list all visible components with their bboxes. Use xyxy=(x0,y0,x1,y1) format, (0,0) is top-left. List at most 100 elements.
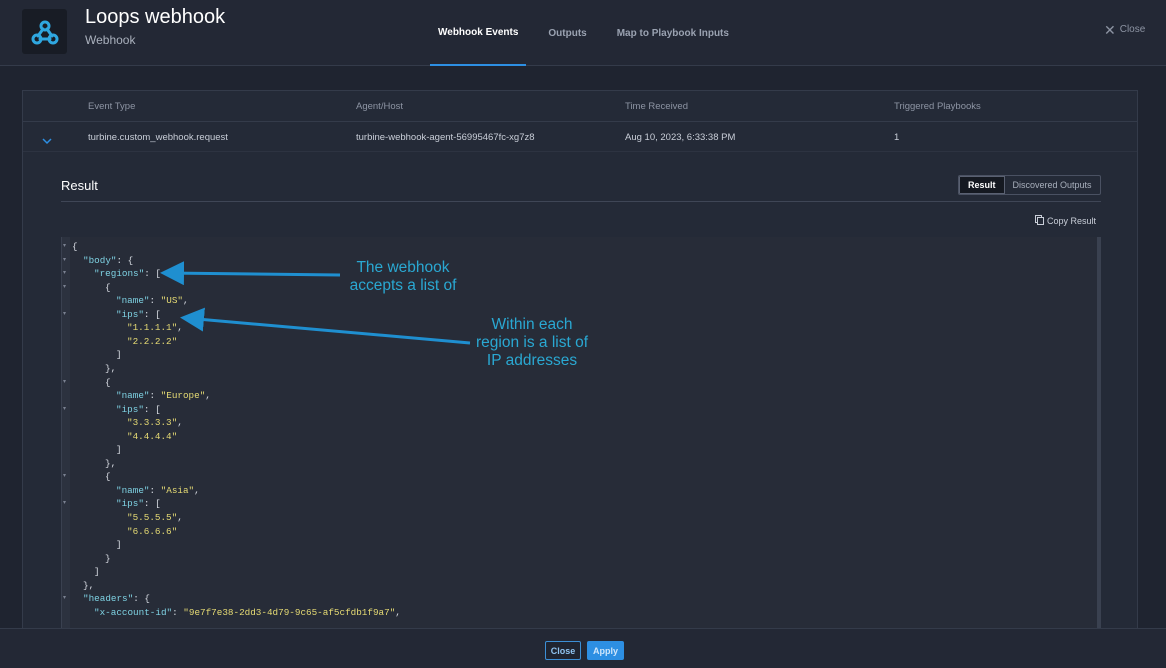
json-punct: }, xyxy=(105,362,117,374)
json-string: "9e7f7e38-2dd3-4d79-9c65-af5cfdb1f9a7" xyxy=(183,606,396,618)
fold-toggle-icon[interactable]: ▾ xyxy=(63,267,69,281)
json-line: }, xyxy=(83,579,94,593)
json-key: "ips" xyxy=(116,308,144,320)
json-line: "4.4.4.4" xyxy=(127,430,177,444)
annotation-regions-line-2: accepts a list of xyxy=(349,277,457,294)
tab-outputs[interactable]: Outputs xyxy=(540,0,594,66)
json-line: ] xyxy=(116,348,122,362)
table-row[interactable]: turbine.custom_webhook.request turbine-w… xyxy=(23,122,1137,152)
json-punct: , xyxy=(205,390,211,402)
annotation-ips-line-2: region is a list of xyxy=(476,334,588,351)
json-line: "body": { xyxy=(83,254,133,268)
json-string: "US" xyxy=(160,295,183,307)
json-punct: }, xyxy=(83,579,95,591)
json-punct: , xyxy=(395,606,401,618)
fold-gutter xyxy=(62,237,70,631)
json-punct: }, xyxy=(105,457,117,469)
close-label: Close xyxy=(1119,24,1146,35)
column-header-time-received[interactable]: Time Received xyxy=(625,101,688,112)
json-line: "3.3.3.3", xyxy=(127,416,183,430)
json-punct: : xyxy=(149,484,161,496)
annotation-regions-line-1: The webhook xyxy=(356,259,450,276)
close-button[interactable]: ✕ Close xyxy=(1104,21,1146,38)
table-header: Event Type Agent/Host Time Received Trig… xyxy=(23,91,1137,122)
json-line: "headers": { xyxy=(83,592,150,606)
fold-toggle-icon[interactable]: ▾ xyxy=(63,308,69,322)
json-key: "ips" xyxy=(116,403,144,415)
json-line: }, xyxy=(105,457,116,471)
json-line: "name": "Asia", xyxy=(116,484,200,498)
cell-event-type: turbine.custom_webhook.request xyxy=(88,132,228,143)
json-line: { xyxy=(105,281,111,295)
fold-toggle-icon[interactable]: ▾ xyxy=(63,497,69,511)
json-key: "regions" xyxy=(94,268,145,280)
json-punct: , xyxy=(177,322,183,334)
column-header-event-type[interactable]: Event Type xyxy=(88,101,135,112)
json-punct: : [ xyxy=(144,268,161,280)
fold-toggle-icon[interactable]: ▾ xyxy=(63,403,69,417)
json-punct: : xyxy=(172,606,184,618)
json-key: "name" xyxy=(116,484,150,496)
json-line: } xyxy=(105,552,111,566)
fold-toggle-icon[interactable]: ▾ xyxy=(63,592,69,606)
json-line: "2.2.2.2" xyxy=(127,335,177,349)
fold-toggle-icon[interactable]: ▾ xyxy=(63,281,69,295)
json-line: "name": "Europe", xyxy=(116,389,211,403)
json-punct: } xyxy=(105,552,111,564)
toggle-result[interactable]: Result xyxy=(959,176,1005,194)
apply-button[interactable]: Apply xyxy=(587,641,624,660)
tab-map-to-playbook-inputs[interactable]: Map to Playbook Inputs xyxy=(609,0,737,66)
fold-toggle-icon[interactable]: ▾ xyxy=(63,254,69,268)
result-view-toggle: Result Discovered Outputs xyxy=(958,175,1101,195)
column-header-agent-host[interactable]: Agent/Host xyxy=(356,101,403,112)
json-string: "1.1.1.1" xyxy=(127,322,178,334)
scrollbar[interactable] xyxy=(1097,237,1101,631)
json-viewer[interactable]: ▾{▾ "body": {▾ "regions": [▾{"name": "US",… xyxy=(61,237,1101,631)
json-punct: ] xyxy=(94,566,100,578)
fold-toggle-icon[interactable]: ▾ xyxy=(63,376,69,390)
fold-toggle-icon[interactable]: ▾ xyxy=(63,240,69,254)
json-line: "name": "US", xyxy=(116,294,189,308)
json-line: "5.5.5.5", xyxy=(127,511,183,525)
json-punct: { xyxy=(105,281,111,293)
json-string: "2.2.2.2" xyxy=(127,335,178,347)
fold-toggle-icon[interactable]: ▾ xyxy=(63,470,69,484)
json-punct: : xyxy=(149,390,161,402)
json-punct: ] xyxy=(116,444,122,456)
json-line: ] xyxy=(116,443,122,457)
footer-close-button[interactable]: Close xyxy=(545,641,581,660)
json-string: "5.5.5.5" xyxy=(127,512,178,523)
json-key: "name" xyxy=(116,295,150,307)
tab-webhook-events[interactable]: Webhook Events xyxy=(430,0,527,66)
annotation-ips-line-1: Within each xyxy=(491,316,573,333)
json-line: { xyxy=(72,240,78,254)
column-header-triggered-playbooks[interactable]: Triggered Playbooks xyxy=(894,101,981,112)
json-line: "ips": [ xyxy=(116,308,161,322)
chevron-down-icon[interactable] xyxy=(42,132,52,150)
cell-agent-host: turbine-webhook-agent-56995467fc-xg7z8 xyxy=(356,132,535,143)
json-punct: { xyxy=(105,376,111,388)
footer-bar xyxy=(0,628,1166,668)
json-line: "6.6.6.6" xyxy=(127,525,177,539)
annotation-ips-line-3: IP addresses xyxy=(486,352,578,369)
json-line: { xyxy=(105,376,111,390)
json-punct: : { xyxy=(133,593,150,605)
json-punct: : [ xyxy=(143,498,161,510)
json-line: ] xyxy=(94,565,100,579)
json-key: "name" xyxy=(116,390,150,402)
json-line: "ips": [ xyxy=(116,403,161,417)
json-punct: : xyxy=(149,295,161,307)
json-line: { xyxy=(105,470,111,484)
json-string: "4.4.4.4" xyxy=(127,430,178,442)
json-punct: : [ xyxy=(143,308,161,320)
annotation-ips: Within each region is a list of IP addre… xyxy=(466,316,598,370)
toggle-discovered-outputs[interactable]: Discovered Outputs xyxy=(1005,176,1100,194)
json-key: "ips" xyxy=(116,498,144,510)
tab-bar: Webhook Events Outputs Map to Playbook I… xyxy=(430,0,751,66)
copy-result-button[interactable]: Copy Result xyxy=(1035,215,1096,227)
json-string: "Asia" xyxy=(160,484,195,496)
page-title: Loops webhook xyxy=(85,6,226,28)
close-icon: ✕ xyxy=(1104,21,1116,38)
copy-icon xyxy=(1035,215,1044,227)
json-punct: , xyxy=(182,295,189,307)
